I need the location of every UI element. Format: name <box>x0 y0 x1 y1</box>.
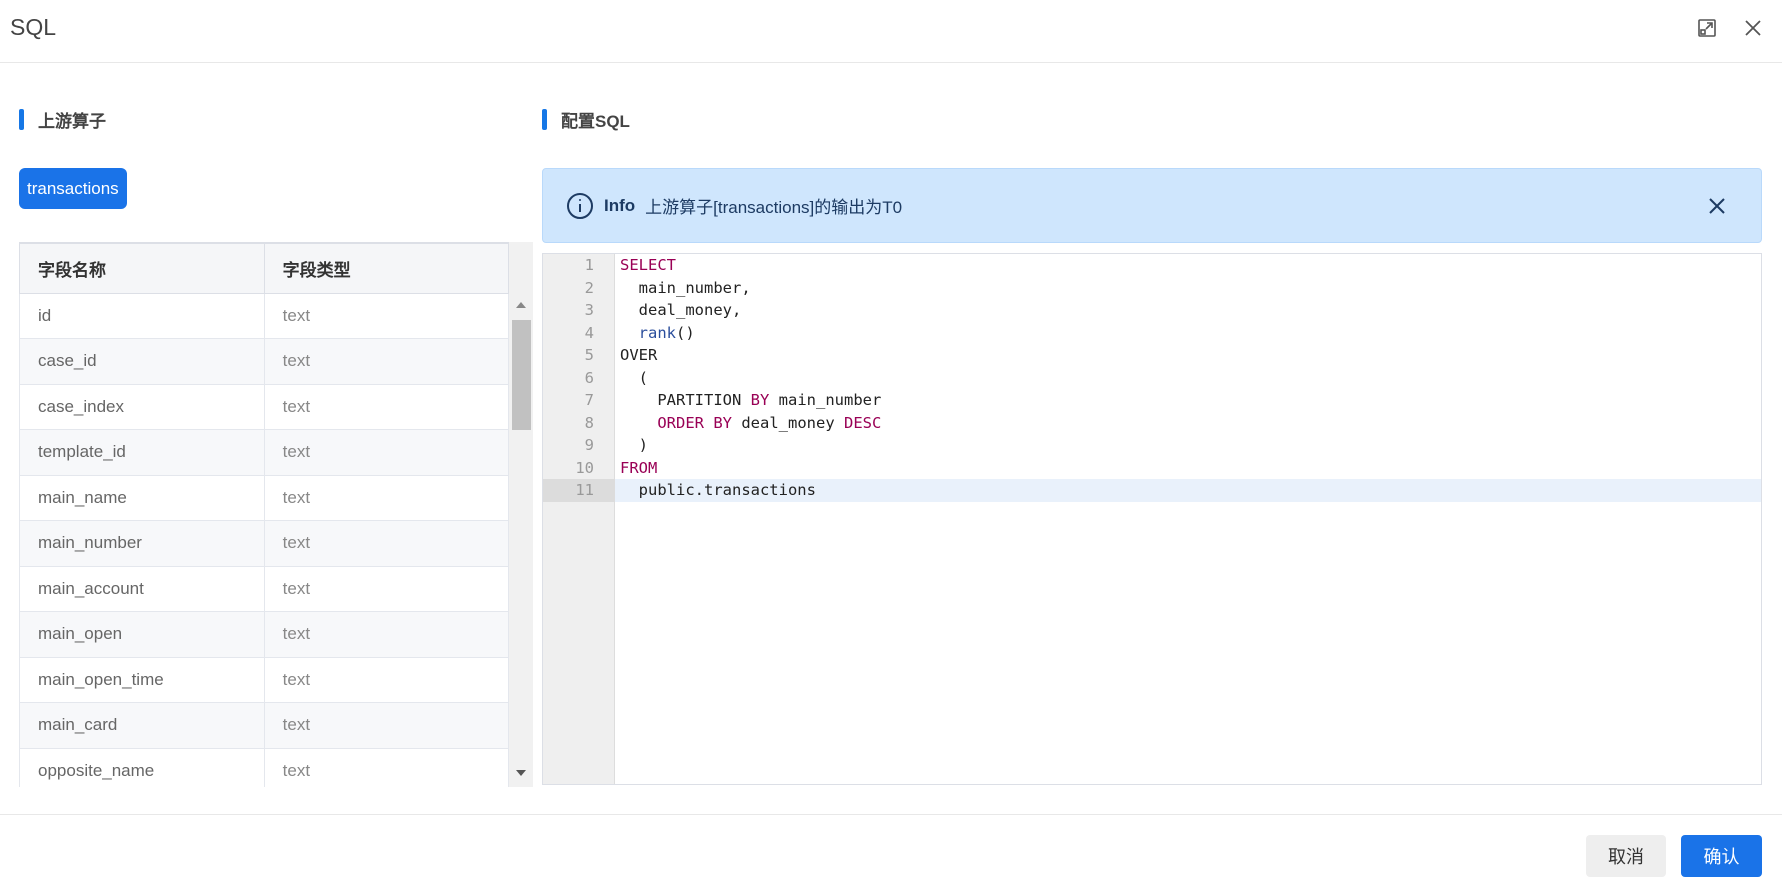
field-type-cell: text <box>263 611 510 658</box>
field-name-cell: main_card <box>19 702 265 749</box>
line-number: 3 <box>584 301 594 319</box>
field-type-cell: text <box>263 656 510 703</box>
dialog-header: SQL <box>0 0 1782 63</box>
line-number: 10 <box>575 458 594 477</box>
alert-title: Info <box>604 195 636 215</box>
line-number: 9 <box>584 436 594 454</box>
field-name-cell: main_name <box>19 474 265 521</box>
section-marker <box>19 108 24 130</box>
field-type-cell: text <box>263 383 510 430</box>
table-row[interactable]: main_account text <box>19 565 510 612</box>
alert-close-icon[interactable] <box>1705 194 1729 218</box>
line-number: 8 <box>584 413 594 432</box>
table-row[interactable]: id text <box>19 292 510 339</box>
field-table: 字段名称 字段类型 id text case_id text case_index tex… <box>19 242 534 787</box>
field-name-cell: template_id <box>19 429 265 476</box>
field-type-cell: text <box>263 474 510 521</box>
table-row[interactable]: case_index text <box>19 383 510 430</box>
code-line[interactable]: OVER <box>615 344 1761 367</box>
line-number: 2 <box>584 278 594 297</box>
code-line[interactable]: ( <box>615 367 1761 390</box>
field-name-cell: main_number <box>19 520 265 567</box>
code-line[interactable]: ) <box>615 434 1761 457</box>
code-area[interactable]: SELECT main_number, deal_money, rank() OV… <box>615 254 1761 784</box>
field-type-cell: text <box>263 565 510 612</box>
table-row[interactable]: opposite_name text <box>19 747 510 787</box>
field-name-cell: id <box>19 292 265 339</box>
scrollbar-thumb[interactable] <box>512 320 531 430</box>
field-type-cell: text <box>263 702 510 749</box>
line-number: 5 <box>584 346 594 364</box>
scroll-down-icon[interactable] <box>516 770 526 776</box>
line-number: 7 <box>584 391 594 409</box>
line-number: 11 <box>575 481 594 499</box>
section-title-text: 上游算子 <box>38 111 106 131</box>
table-row[interactable]: case_id text <box>19 338 510 385</box>
field-type-cell: text <box>263 747 510 787</box>
upstream-operator-section-title: 上游算子 <box>19 108 106 131</box>
field-name-cell: main_open <box>19 611 265 658</box>
field-type-cell: text <box>263 292 510 339</box>
code-line[interactable]: SELECT <box>615 254 1761 277</box>
column-header-field-type: 字段类型 <box>263 242 510 294</box>
field-type-cell: text <box>263 520 510 567</box>
close-icon[interactable] <box>1741 16 1765 40</box>
field-type-cell: text <box>263 429 510 476</box>
field-name-cell: main_open_time <box>19 656 265 703</box>
table-row[interactable]: main_number text <box>19 520 510 567</box>
transactions-tag[interactable]: transactions <box>19 168 127 209</box>
section-marker <box>542 108 547 130</box>
code-line[interactable]: public.transactions <box>615 479 1761 502</box>
dialog-title: SQL <box>10 14 57 40</box>
table-scrollbar[interactable] <box>509 242 533 787</box>
cancel-button[interactable]: 取消 <box>1586 835 1666 877</box>
maximize-icon[interactable] <box>1695 16 1719 40</box>
field-name-cell: case_id <box>19 338 265 385</box>
line-number: 4 <box>584 323 594 342</box>
line-number: 6 <box>584 368 594 387</box>
code-line[interactable]: FROM <box>615 457 1761 480</box>
sql-editor[interactable]: 1 2 3 4 5 6 7 8 9 10 11 SELECT main_number, deal_m… <box>542 253 1762 785</box>
config-sql-section-title: 配置SQL <box>542 108 630 131</box>
section-title-text: 配置SQL <box>561 111 630 131</box>
field-name-cell: main_account <box>19 565 265 612</box>
alert-message: 上游算子[transactions]的输出为T0 <box>645 198 903 217</box>
sql-dialog: SQL 上游算子 transactions 字段名称 字段类型 id text … <box>0 0 1782 888</box>
code-line[interactable]: PARTITION BY main_number <box>615 389 1761 412</box>
table-row[interactable]: main_name text <box>19 474 510 521</box>
column-header-field-name: 字段名称 <box>19 242 265 294</box>
info-alert: Info 上游算子[transactions]的输出为T0 <box>542 168 1762 243</box>
scroll-up-icon[interactable] <box>516 302 526 308</box>
table-row[interactable]: main_card text <box>19 702 510 749</box>
info-icon <box>567 192 593 219</box>
table-row[interactable]: main_open_time text <box>19 656 510 703</box>
field-type-cell: text <box>263 338 510 385</box>
confirm-button[interactable]: 确认 <box>1681 835 1762 877</box>
field-name-cell: opposite_name <box>19 747 265 787</box>
code-line[interactable]: main_number, <box>615 277 1761 300</box>
code-line[interactable]: deal_money, <box>615 299 1761 322</box>
line-number: 1 <box>584 256 594 274</box>
code-line[interactable]: rank() <box>615 322 1761 345</box>
table-row[interactable]: template_id text <box>19 429 510 476</box>
dialog-footer: 取消 确认 <box>0 814 1782 888</box>
code-line[interactable]: ORDER BY deal_money DESC <box>615 412 1761 435</box>
table-row[interactable]: main_open text <box>19 611 510 658</box>
field-name-cell: case_index <box>19 383 265 430</box>
